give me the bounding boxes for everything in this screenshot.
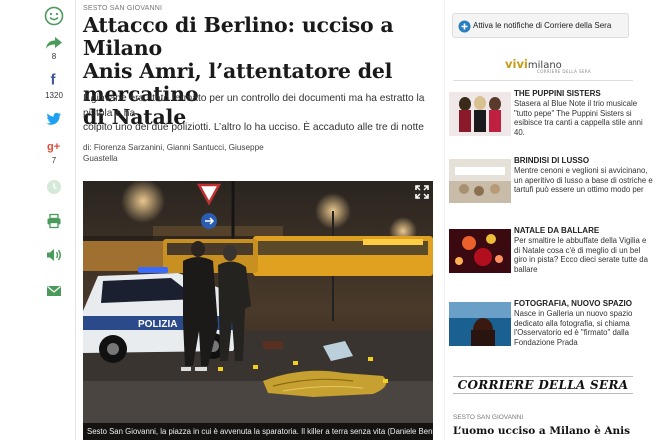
item-thumbnail	[449, 159, 511, 203]
svg-text:f: f	[51, 72, 57, 86]
item-title[interactable]: NATALE DA BALLARE	[514, 226, 599, 235]
photo-scene: POLIZIA	[83, 181, 433, 440]
facebook-icon[interactable]: f	[36, 72, 72, 91]
vivimilano-logo[interactable]: vivimilano CORRIERE DELLA SERA	[505, 57, 591, 74]
list-item[interactable]: FOTOGRAFIA, NUOVO SPAZIO Nasce in Galler…	[445, 298, 660, 356]
article-authors: di: Fiorenza Sarzanini, Gianni Santucci,…	[83, 142, 283, 164]
photo-caption: Sesto San Giovanni, la piazza in cui è a…	[83, 423, 433, 440]
expand-icon[interactable]	[415, 185, 429, 199]
print-icon[interactable]	[36, 213, 72, 234]
item-desc: Stasera al Blue Note il trio musicale "t…	[514, 99, 643, 137]
cds-headline[interactable]: L’uomo ucciso a Milano è Anis	[453, 425, 630, 437]
list-item[interactable]: THE PUPPINI SISTERS Stasera al Blue Note…	[445, 88, 660, 146]
article: SESTO SAN GIOVANNI Attacco di Berlino: u…	[83, 0, 435, 440]
item-desc: Per smaltire le abbuffate della Vigilia …	[514, 236, 648, 274]
article-kicker[interactable]: SESTO SAN GIOVANNI	[83, 5, 162, 12]
corriere-logo[interactable]: CORRIERE DELLA SERA	[453, 376, 633, 394]
googleplus-count: 7	[51, 156, 57, 165]
email-icon[interactable]	[36, 284, 72, 302]
summary-line: colpito uno dei due poliziotti. L’altro …	[83, 122, 424, 134]
authors-line: Guastella	[83, 154, 118, 163]
item-desc: Mentre cenoni e veglioni si avvicinano, …	[514, 166, 653, 195]
item-thumbnail	[449, 92, 511, 136]
item-title[interactable]: FOTOGRAFIA, NUOVO SPAZIO	[514, 299, 632, 308]
list-item[interactable]: NATALE DA BALLARE Per smaltire le abbuff…	[445, 225, 660, 283]
summary-line: Il giovane era stato fermato per un cont…	[83, 93, 425, 119]
audio-icon[interactable]	[36, 247, 72, 268]
share-column: 8 f 1320 g+ 7	[36, 0, 76, 440]
headline-line: Attacco di Berlino: ucciso a Milano	[83, 13, 394, 60]
vivimilano-sub: CORRIERE DELLA SERA	[537, 69, 591, 74]
divider	[453, 80, 633, 81]
list-item[interactable]: BRINDISI DI LUSSO Mentre cenoni e veglio…	[445, 155, 660, 213]
article-photo[interactable]: POLIZIA Sesto San Giovanni, la piazza in…	[83, 181, 433, 440]
twitter-icon[interactable]	[36, 112, 72, 131]
bell-plus-icon	[458, 19, 471, 42]
share-count: 8	[51, 52, 57, 61]
cds-kicker[interactable]: SESTO SAN GIOVANNI	[453, 414, 523, 421]
facebook-count: 1320	[45, 91, 63, 100]
authors-line: di: Fiorenza Sarzanini, Gianni Santucci,…	[83, 143, 264, 152]
clock-icon[interactable]	[36, 179, 72, 200]
smiley-icon[interactable]	[36, 6, 72, 31]
svg-text:g+: g+	[47, 141, 60, 153]
item-desc: Nasce in Galleria un nuovo spazio dedica…	[514, 309, 633, 347]
item-thumbnail	[449, 302, 511, 346]
item-title[interactable]: THE PUPPINI SISTERS	[514, 89, 601, 98]
notifications-label: Attiva le notifiche di Corriere della Se…	[473, 21, 612, 30]
sidebar: Attiva le notifiche di Corriere della Se…	[444, 0, 660, 440]
vivimilano-brand: vivi	[505, 57, 528, 71]
item-thumbnail	[449, 229, 511, 273]
item-title[interactable]: BRINDISI DI LUSSO	[514, 156, 589, 165]
notifications-button[interactable]: Attiva le notifiche di Corriere della Se…	[452, 13, 629, 38]
svg-text:POLIZIA: POLIZIA	[138, 319, 177, 330]
article-summary: Il giovane era stato fermato per un cont…	[83, 92, 433, 136]
